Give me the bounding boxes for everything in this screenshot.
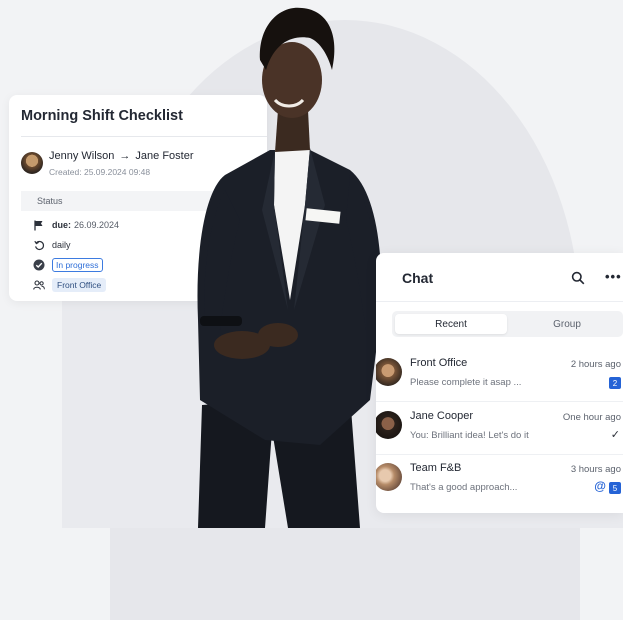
department-badge[interactable]: Front Office (52, 278, 107, 292)
chat-preview: That's a good approach... (410, 482, 518, 493)
chat-tabs: Recent Group (392, 311, 623, 337)
list-item[interactable]: Team F&B 3 hours ago That's a good appro… (376, 457, 623, 507)
department-row: Front Office (33, 278, 107, 292)
list-item[interactable]: Jane Cooper One hour ago You: Brilliant … (376, 405, 623, 455)
chat-time: 2 hours ago (570, 359, 621, 370)
people-icon (33, 279, 45, 291)
avatar (376, 358, 402, 386)
created-timestamp: Created: 25.09.2024 09:48 (49, 167, 151, 177)
mention-icon: @ (594, 479, 606, 493)
search-icon[interactable] (571, 271, 585, 285)
chat-name: Jane Cooper (410, 410, 473, 422)
due-key: due: (52, 220, 71, 230)
status-badge[interactable]: In progress (52, 258, 103, 272)
chat-time: 3 hours ago (570, 464, 621, 475)
arrow-right-icon: → (119, 150, 131, 162)
check-circle-icon (33, 259, 45, 271)
chat-preview: Please complete it asap ... (410, 377, 522, 388)
due-date: 26.09.2024 (74, 220, 120, 230)
progress-row: In progress (33, 258, 103, 272)
chat-card[interactable]: Chat ••• Recent Group Front Office 2 hou… (376, 253, 623, 513)
flag-icon (33, 219, 45, 231)
recurrence-row: daily (33, 239, 71, 251)
chat-time: One hour ago (562, 412, 621, 423)
from-user: Jenny Wilson (49, 150, 115, 162)
avatar (376, 463, 402, 491)
tab-group[interactable]: Group (512, 314, 622, 334)
chat-name: Team F&B (410, 462, 462, 474)
more-icon[interactable]: ••• (605, 269, 622, 284)
chat-preview: You: Brilliant idea! Let's do it (410, 430, 529, 441)
avatar (376, 411, 402, 439)
tab-recent[interactable]: Recent (395, 314, 507, 334)
recurrence-value: daily (52, 240, 71, 250)
divider (376, 301, 623, 302)
unread-badge: 2 (609, 377, 621, 389)
chat-title: Chat (402, 270, 434, 286)
list-item[interactable]: Front Office 2 hours ago Please complete… (376, 352, 623, 402)
unread-badge: 5 (609, 482, 621, 494)
chat-name: Front Office (410, 357, 468, 369)
read-check-icon: ✓ (610, 429, 620, 441)
status-label: Status (37, 196, 63, 206)
checklist-title: Morning Shift Checklist (21, 108, 183, 124)
divider (376, 454, 623, 455)
divider (376, 401, 623, 402)
repeat-icon (33, 239, 45, 251)
avatar (21, 152, 43, 174)
due-row: due: 26.09.2024 (33, 219, 119, 231)
